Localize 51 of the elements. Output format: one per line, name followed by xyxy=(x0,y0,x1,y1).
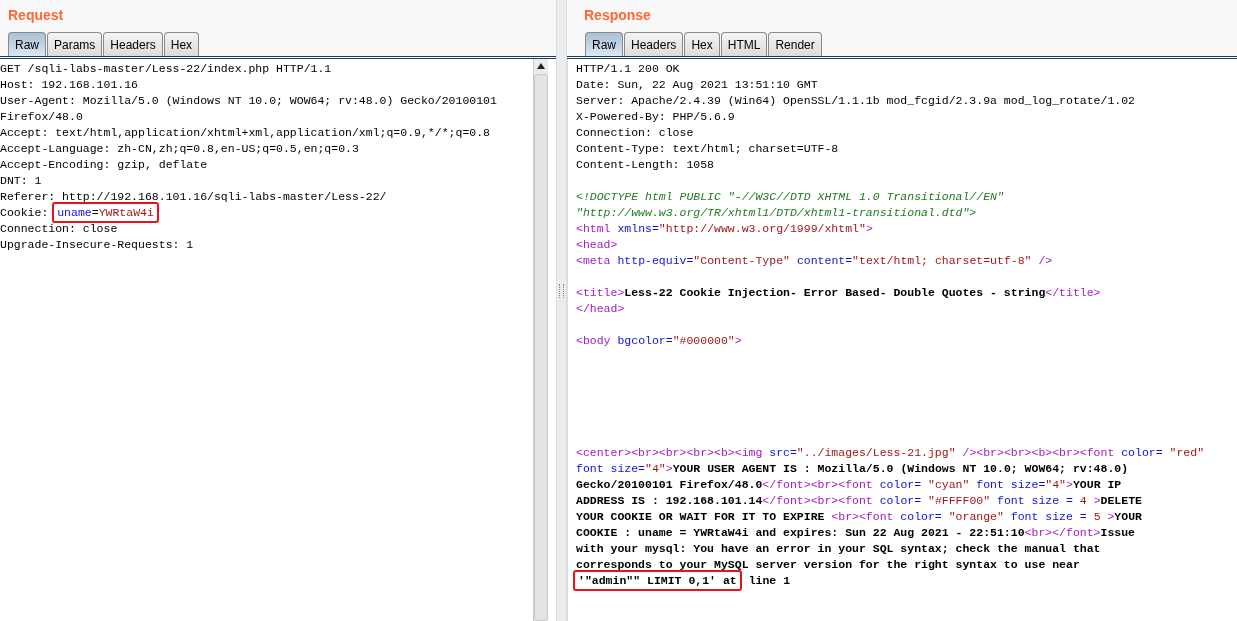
code-line: <!DOCTYPE html PUBLIC "-//W3C//DTD XHTML 1.0 Transitional//EN" xyxy=(576,190,1004,203)
tab[interactable]: Raw xyxy=(8,32,46,56)
panel-title: Request xyxy=(7,6,65,25)
code-line: Content-Type: text/html; charset=UTF-8 xyxy=(576,142,839,155)
code-text: Cookie: xyxy=(0,206,50,219)
tab[interactable]: Raw xyxy=(585,32,623,56)
code-line: Date: Sun, 22 Aug 2021 13:51:10 GMT xyxy=(576,78,818,91)
code-line: <title>Less-22 Cookie Injection- Error Based- Double Quotes - string</title> xyxy=(576,286,1101,299)
highlight-box: '"admin"" LIMIT 0,1' at xyxy=(573,570,742,591)
tab[interactable]: Render xyxy=(768,32,822,56)
code-line: font size="4">YOUR USER AGENT IS : Mozilla/5.0 (Windows NT 10.0; WOW64; rv:48.0) xyxy=(576,462,1129,475)
code-line: Gecko/20100101 Firefox/48.0</font><br><font color= "cyan" font size="4">YOUR IP xyxy=(576,478,1122,491)
code-line: with your mysql: You have an error in your SQL syntax; check the manual that xyxy=(576,542,1101,555)
tab[interactable]: Params xyxy=(47,32,103,56)
code-line: <head> xyxy=(576,238,618,251)
code-line: Connection: close xyxy=(576,126,694,139)
tab[interactable]: Headers xyxy=(103,32,163,56)
code-line: COOKIE : uname = YWRtaW4i and expires: Sun 22 Aug 2021 - 22:51:10<br></font>Issue xyxy=(576,526,1135,539)
code-line: <html xmlns="http://www.w3.org/1999/xhtml"> xyxy=(576,222,873,235)
code-line: Referer: http://192.168.101.16/sqli-labs-master/Less-22/ xyxy=(0,190,387,203)
code-line: Accept-Encoding: gzip, deflate xyxy=(0,158,208,171)
code-line: Accept-Language: zh-CN,zh;q=0.8,en-US;q=0.5,en;q=0.3 xyxy=(0,142,359,155)
code-line: User-Agent: Mozilla/5.0 (Windows NT 10.0; WOW64; rv:48.0) Gecko/20100101 xyxy=(0,94,497,107)
code-text: line 1 xyxy=(747,574,791,587)
code-line: GET /sqli-labs-master/Less-22/index.php HTTP/1.1 xyxy=(0,62,332,75)
code-line: HTTP/1.1 200 OK xyxy=(576,62,680,75)
code-line: Upgrade-Insecure-Requests: 1 xyxy=(0,238,194,251)
code-line: ADDRESS IS : 192.168.101.14</font><br><font color= "#FFFF00" font size = 4 >DELETE xyxy=(576,494,1142,507)
highlight-box: uname=YWRtaW4i xyxy=(52,202,159,223)
code-line: Accept: text/html,application/xhtml+xml,application/xml;q=0.9,*/*;q=0.8 xyxy=(0,126,490,139)
code-line: Server: Apache/2.4.39 (Win64) OpenSSL/1.1.1b mod_fcgid/2.3.9a mod_log_rotate/1.02 xyxy=(576,94,1135,107)
code-line: Connection: close xyxy=(0,222,118,235)
code-line: <center><br><br><br><b><img src="../images/Less-21.jpg" /><br><br><b><br><font color= "red" xyxy=(576,446,1205,459)
panel-title: Response xyxy=(583,6,652,25)
code-line: DNT: 1 xyxy=(0,174,42,187)
code-line: <body bgcolor="#000000"> xyxy=(576,334,742,347)
code-line: corresponds to your MySQL server version for the right syntax to use near xyxy=(576,558,1080,571)
code-line: YOUR COOKIE OR WAIT FOR IT TO EXPIRE <br><font color= "orange" font size = 5 >YOUR xyxy=(576,510,1142,523)
code-line: Host: 192.168.101.16 xyxy=(0,78,139,91)
code-line: Content-Length: 1058 xyxy=(576,158,715,171)
tab[interactable]: Hex xyxy=(684,32,720,56)
tab[interactable]: HTML xyxy=(720,32,768,56)
tab[interactable]: Headers xyxy=(624,32,684,56)
code-line: Firefox/48.0 xyxy=(0,110,83,123)
scroll-up-icon[interactable] xyxy=(536,62,546,70)
code-line: X-Powered-By: PHP/5.6.9 xyxy=(576,110,735,123)
code-line: <meta http-equiv="Content-Type" content="text/html; charset=utf-8" /> xyxy=(576,254,1053,267)
code-line: </head> xyxy=(576,302,625,315)
code-line: "http://www.w3.org/TR/xhtml1/DTD/xhtml1-transitional.dtd"> xyxy=(576,206,977,219)
scrollbar[interactable] xyxy=(533,59,548,621)
tab[interactable]: Hex xyxy=(163,32,200,56)
